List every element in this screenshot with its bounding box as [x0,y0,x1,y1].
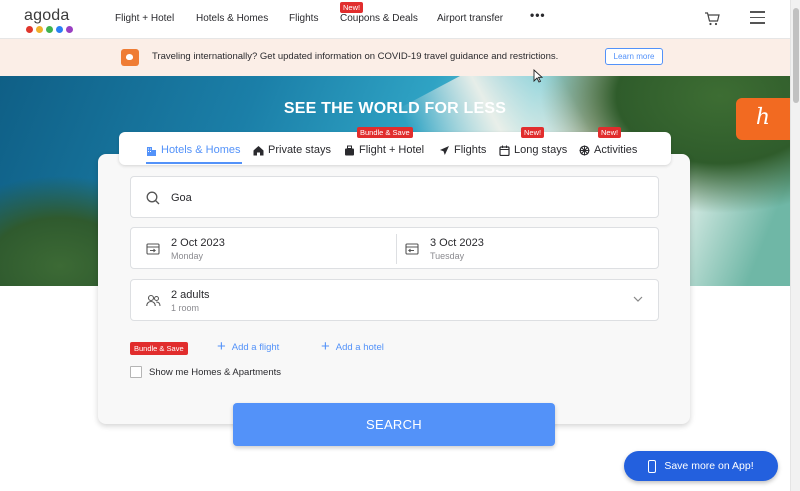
checkout-date[interactable]: 3 Oct 2023 [430,237,484,249]
save-more-app-button[interactable]: Save more on App! [624,451,778,481]
guests-adults: 2 adults [171,289,210,301]
honey-extension-icon[interactable]: h [736,98,790,140]
date-divider [396,234,397,264]
house-icon [253,145,264,155]
phone-icon [648,459,657,473]
logo-dot-blue [56,26,63,33]
covid-banner: Traveling internationally? Get updated i… [0,39,790,76]
logo-dot-green [46,26,53,33]
tab-label: Private stays [268,144,331,156]
app-button-label: Save more on App! [664,460,754,472]
tab-flights[interactable]: Flights [439,144,486,156]
guests-field[interactable]: 2 adults 1 room [130,279,659,321]
tab-label: Activities [594,144,638,156]
tab-label: Flights [454,144,487,156]
guests-rooms: 1 room [171,303,200,313]
tab-label: Long stays [514,144,568,156]
nav-flight-hotel[interactable]: Flight + Hotel [115,13,174,24]
tab-activities-new-badge: New! [598,127,622,138]
tab-hotels-homes[interactable]: Hotels & Homes [146,144,240,156]
nav-hotels-homes[interactable]: Hotels & Homes [196,13,268,24]
logo-dot-purple [66,26,73,33]
logo-dots [26,26,73,33]
cart-icon[interactable] [704,12,720,26]
add-flight-label: Add a flight [231,341,280,353]
nav-coupons-new-badge: New! [340,2,364,13]
hero-title: SEE THE WORLD FOR LESS [283,100,507,117]
destination-field[interactable]: Goa [130,176,659,218]
search-button[interactable]: SEARCH [233,403,555,446]
building-icon [147,146,156,156]
logo-dot-red [26,26,33,33]
nav-coupons-deals[interactable]: Coupons & Deals [340,13,418,24]
logo-text: agoda [24,7,70,24]
calendar-icon [499,145,510,156]
chevron-down-icon[interactable] [633,296,643,303]
dates-field: 2 Oct 2023 Monday 3 Oct 2023 Tuesday [130,227,659,269]
nav-flights[interactable]: Flights [289,13,318,24]
logo-dot-yellow [36,26,43,33]
tab-private-stays[interactable]: Private stays [253,144,331,156]
more-dots-icon[interactable]: ••• [530,8,546,22]
homes-apartments-checkbox[interactable] [130,366,142,378]
plus-icon: + [217,338,226,355]
learn-more-button[interactable]: Learn more [605,48,663,65]
checkin-date[interactable]: 2 Oct 2023 [171,237,225,249]
tab-flight-hotel-bundle-badge: Bundle & Save [357,127,413,138]
plus-icon: + [321,338,330,355]
tab-long-stays[interactable]: Long stays [499,144,567,156]
activities-icon [579,145,590,155]
suitcase-icon [345,145,354,155]
top-header: agoda Flight + Hotel Hotels & Homes Flig… [0,0,790,39]
tab-activities[interactable]: Activities [579,144,637,156]
covid-banner-text: Traveling internationally? Get updated i… [152,51,559,62]
page-scrollbar[interactable] [790,0,800,491]
nav-airport-transfer[interactable]: Airport transfer [437,13,503,24]
mouse-cursor-icon [533,69,543,83]
bundle-save-badge: Bundle & Save [130,342,188,355]
agoda-logo[interactable]: agoda [24,7,76,33]
tab-long-stays-new-badge: New! [521,127,545,138]
homes-apartments-label[interactable]: Show me Homes & Apartments [149,367,281,378]
active-tab-indicator [146,162,242,164]
tab-label: Flight + Hotel [359,144,425,156]
tab-flight-hotel[interactable]: Flight + Hotel [344,144,424,156]
hamburger-menu-icon[interactable] [750,11,765,24]
add-hotel-link[interactable]: + Add a hotel [321,338,384,355]
travel-advisory-icon [121,49,139,66]
checkout-day: Tuesday [430,251,465,261]
plane-icon [440,145,449,155]
add-hotel-label: Add a hotel [335,341,384,353]
people-icon [146,294,161,307]
destination-input[interactable]: Goa [171,192,192,204]
add-flight-link[interactable]: + Add a flight [217,338,280,355]
checkout-calendar-icon [405,243,419,255]
search-icon [146,191,160,205]
tab-label: Hotels & Homes [161,144,241,156]
checkin-calendar-icon [146,243,160,255]
scrollbar-thumb[interactable] [793,8,799,103]
checkin-day: Monday [171,251,204,261]
